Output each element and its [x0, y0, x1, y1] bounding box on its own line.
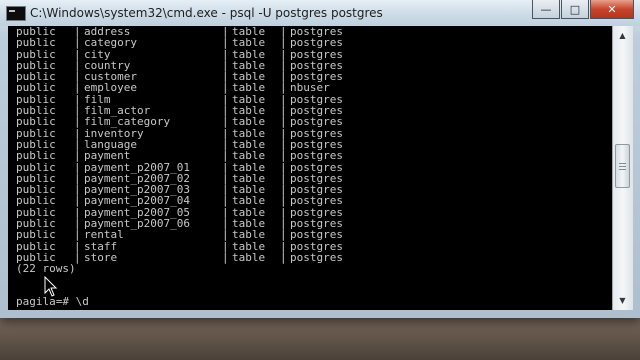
column-separator: | [222, 36, 229, 50]
relation-name-cell: film_category [84, 115, 171, 129]
typed-command: \d [75, 295, 89, 308]
table-row: public | category | table | postgres [16, 36, 343, 50]
row-count: (22 rows) [16, 262, 76, 276]
column-separator: | [222, 115, 229, 129]
column-separator: | [280, 149, 287, 163]
owner-cell: postgres [290, 36, 343, 50]
console-output[interactable]: public | address | table | postgres public | cate… [8, 26, 612, 310]
relation-type-cell: table [232, 250, 266, 264]
schema-cell: public [16, 149, 56, 163]
scroll-down-arrow-icon[interactable]: ▼ [615, 293, 630, 308]
relation-type-cell: table [232, 149, 266, 163]
scroll-up-arrow-icon[interactable]: ▲ [615, 28, 630, 43]
vertical-scrollbar[interactable]: ▲ ▼ [612, 26, 633, 310]
title-bar[interactable]: C:\Windows\system32\cmd.exe - psql -U po… [0, 0, 640, 26]
table-row: public | film_category | table | postgres [16, 115, 343, 129]
column-separator: | [280, 36, 287, 50]
column-separator: | [74, 36, 81, 50]
maximize-button[interactable]: □ [561, 0, 589, 19]
window-controls: — □ ✕ [532, 0, 634, 19]
relation-name-cell: payment [84, 149, 131, 163]
schema-cell: public [16, 228, 56, 242]
grip-line [619, 166, 626, 167]
table-row: public | payment | table | postgres [16, 149, 343, 163]
relation-type-cell: table [232, 228, 266, 242]
table-row: public | rental | table | postgres [16, 228, 343, 242]
owner-cell: postgres [290, 250, 343, 264]
minimize-button[interactable]: — [532, 0, 560, 19]
grip-line [619, 169, 626, 170]
desktop-background [0, 314, 640, 360]
owner-cell: postgres [290, 115, 343, 129]
grip-line [619, 163, 626, 164]
relation-type-cell: table [232, 36, 266, 50]
owner-cell: postgres [290, 228, 343, 242]
column-separator: | [280, 228, 287, 242]
table-list: public | address | table | postgres public | cate… [16, 26, 343, 275]
close-icon: ✕ [607, 2, 617, 16]
column-separator: | [280, 115, 287, 129]
column-separator: | [222, 250, 229, 264]
column-separator: | [74, 149, 81, 163]
scrollbar-thumb[interactable] [615, 144, 630, 188]
column-separator: | [222, 149, 229, 163]
schema-cell: public [16, 36, 56, 50]
relation-type-cell: table [232, 115, 266, 129]
mouse-cursor-icon [44, 276, 58, 297]
column-separator: | [74, 115, 81, 129]
close-button[interactable]: ✕ [590, 0, 634, 19]
cmd-app-icon[interactable] [6, 6, 26, 21]
window-title: C:\Windows\system32\cmd.exe - psql -U po… [30, 6, 383, 20]
column-separator: | [280, 250, 287, 264]
relation-name-cell: store [84, 250, 118, 264]
column-separator: | [74, 228, 81, 242]
relation-name-cell: category [84, 36, 137, 50]
schema-cell: public [16, 115, 56, 129]
minimize-icon: — [540, 2, 552, 16]
relation-name-cell: rental [84, 228, 124, 242]
column-separator: | [222, 228, 229, 242]
maximize-icon: □ [569, 2, 581, 16]
owner-cell: postgres [290, 149, 343, 163]
cmd-window: C:\Windows\system32\cmd.exe - psql -U po… [0, 0, 640, 318]
